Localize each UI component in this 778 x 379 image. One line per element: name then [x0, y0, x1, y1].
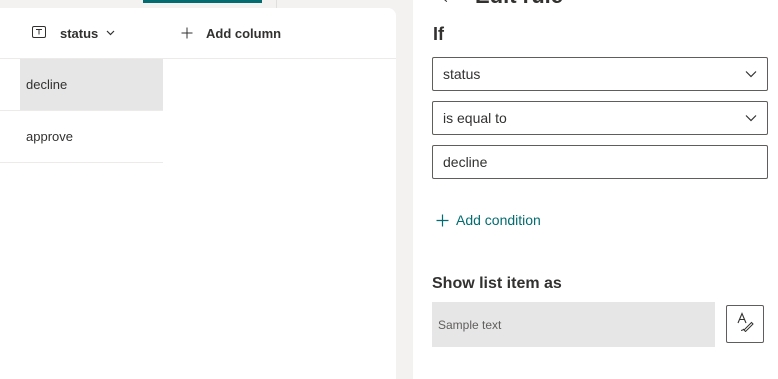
pane-title-text: Edit rule	[475, 0, 563, 8]
text-format-icon	[736, 311, 754, 337]
chevron-down-icon	[745, 70, 757, 78]
status-cell: approve	[26, 129, 73, 144]
status-cell: decline	[26, 77, 68, 92]
add-column-label: Add column	[206, 25, 282, 41]
column-select[interactable]: status	[432, 57, 768, 91]
list-item[interactable]: approve	[0, 111, 163, 163]
chevron-down-icon	[106, 30, 115, 36]
style-preview: Sample text	[432, 302, 715, 347]
tab-strip	[0, 0, 396, 8]
plus-icon	[180, 26, 194, 40]
show-list-item-label: Show list item as	[432, 275, 562, 292]
chevron-down-icon	[745, 114, 757, 122]
add-condition-label: Add condition	[456, 212, 541, 228]
value-input[interactable]: decline	[432, 145, 768, 179]
edit-style-button[interactable]	[726, 305, 764, 343]
active-tab-indicator	[143, 0, 262, 3]
if-label: If	[433, 24, 444, 44]
column-header-row: status Add column	[0, 8, 396, 59]
list-item[interactable]: decline	[0, 59, 163, 111]
column-select-value: status	[443, 66, 481, 82]
pane-title: ← Edit rule	[439, 0, 563, 9]
add-column-button[interactable]: Add column	[180, 8, 281, 58]
status-column-label: status	[60, 25, 99, 41]
plus-icon	[436, 214, 449, 227]
operator-select[interactable]: is equal to	[432, 101, 768, 135]
edit-rule-pane: ← Edit rule If status is equal to decline…	[413, 0, 778, 379]
value-input-text: decline	[443, 154, 488, 170]
arrow-left-icon[interactable]: ←	[439, 0, 461, 9]
text-column-icon	[32, 26, 52, 40]
add-condition-button[interactable]: Add condition	[436, 212, 541, 228]
status-column-header[interactable]: status	[26, 8, 115, 58]
preview-text: Sample text	[438, 317, 502, 332]
tab-separator	[276, 0, 277, 8]
list-panel: status Add column decline approve	[0, 8, 396, 379]
operator-select-value: is equal to	[443, 110, 507, 126]
